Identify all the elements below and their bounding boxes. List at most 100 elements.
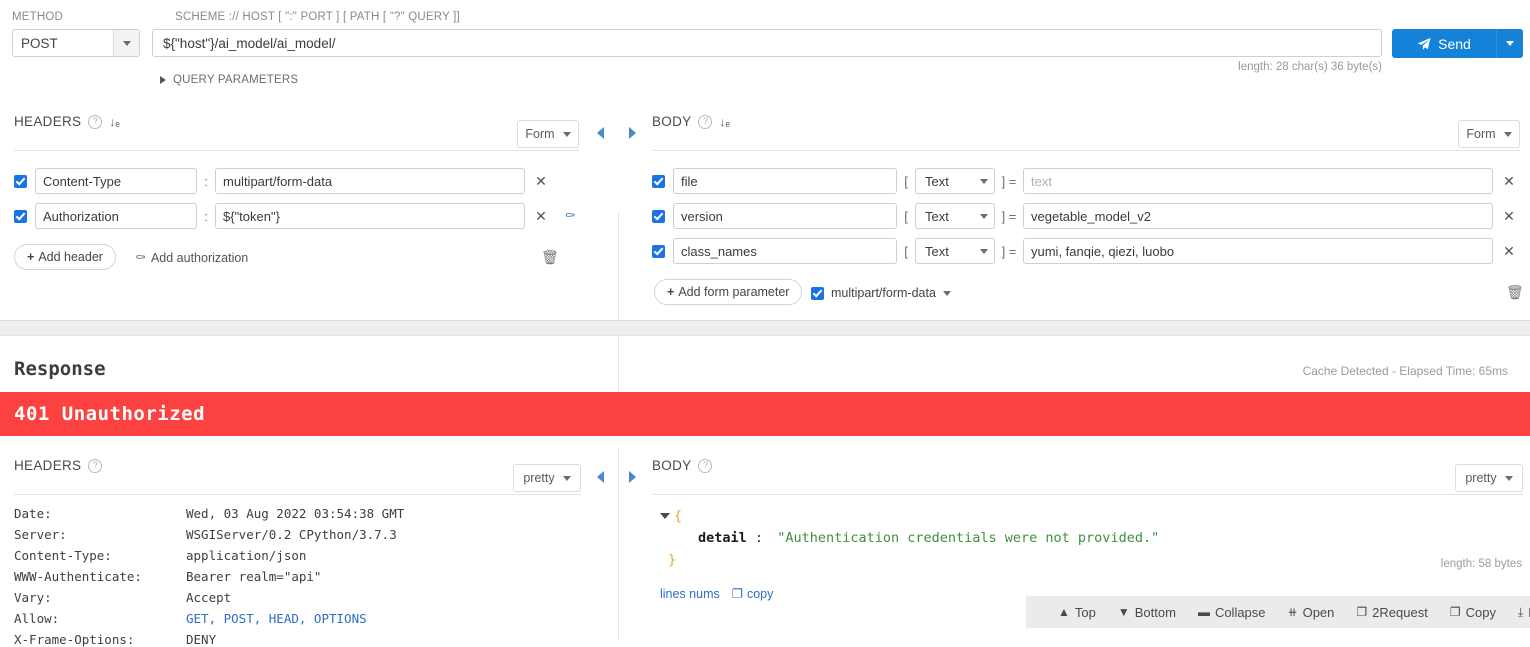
help-icon[interactable]: ? <box>698 114 713 129</box>
add-header-button[interactable]: + Add header <box>14 244 116 270</box>
toolbar-open-label: Open <box>1302 604 1335 620</box>
remove-header-icon[interactable]: ✕ <box>525 208 557 225</box>
collapse-left-icon[interactable] <box>597 127 604 139</box>
param-enabled-checkbox[interactable] <box>652 174 665 188</box>
send-options-button[interactable] <box>1496 29 1523 58</box>
response-header-row: WWW-Authenticate: Bearer realm="api" <box>14 569 321 584</box>
header-value-input[interactable]: multipart/form-data <box>215 168 525 194</box>
sort-alpha-icon[interactable]: ↓ₑ <box>109 116 119 128</box>
add-authorization-button[interactable]: ⚰ Add authorization <box>135 250 248 266</box>
toolbar-download-button[interactable]: ⤓ Download <box>1518 605 1530 620</box>
header-enabled-checkbox[interactable] <box>14 209 27 223</box>
bracket-open: [ <box>904 208 908 224</box>
headers-mode-dropdown[interactable]: Form <box>517 120 579 148</box>
encoding-enabled-checkbox[interactable] <box>811 286 824 300</box>
header-row: Authorization : ${"token"} ✕ ⚰ <box>14 203 583 229</box>
response-body-toolbar: ▲ Top ▼ Bottom ▬ Collapse ⧺ Open ❐ 2Requ… <box>1026 596 1530 628</box>
toolbar-collapse-button[interactable]: ▬ Collapse <box>1198 605 1266 620</box>
chevron-down-icon <box>1503 131 1512 137</box>
collapse-left-icon[interactable] <box>597 471 604 483</box>
method-column-label: METHOD <box>12 11 64 23</box>
remove-param-icon[interactable]: ✕ <box>1493 208 1525 225</box>
param-type-select[interactable]: Text <box>915 238 995 264</box>
bracket-open: [ <box>904 243 908 259</box>
param-name-input[interactable]: class_names <box>673 238 897 264</box>
response-headers-mode-label: pretty <box>523 471 555 485</box>
add-form-parameter-button[interactable]: + Add form parameter <box>654 279 803 305</box>
json-key: detail <box>698 530 747 546</box>
response-headers-title: HEADERS <box>14 458 82 473</box>
toolbar-2request-button[interactable]: ❐ 2Request <box>1356 605 1427 620</box>
remove-header-icon[interactable]: ✕ <box>525 173 557 190</box>
response-body-mode-label: pretty <box>1465 471 1497 485</box>
response-body-length: length: 58 bytes <box>1440 558 1522 570</box>
param-type-select[interactable]: Text <box>915 168 995 194</box>
copy-link[interactable]: ❐ copy <box>732 586 774 602</box>
chevron-down-icon[interactable] <box>113 30 139 56</box>
bracket-close-equals: ] = <box>1001 208 1017 224</box>
delete-body-icon[interactable]: 🗑 <box>1506 284 1524 301</box>
param-value-input[interactable]: yumi, fanqie, qiezi, luobo <box>1023 238 1493 264</box>
body-mode-dropdown[interactable]: Form <box>1458 120 1520 148</box>
request-panes: HEADERS ? ↓ₑ Form Content-Type : multipa… <box>0 100 1530 420</box>
param-value-input[interactable]: text <box>1023 168 1493 194</box>
response-header-value: Accept <box>186 590 232 605</box>
param-type-select[interactable]: Text <box>915 203 995 229</box>
cache-elapsed-info: Cache Detected - Elapsed Time: 65ms <box>1302 364 1508 378</box>
key-icon[interactable]: ⚰ <box>557 208 583 224</box>
chevron-down-icon <box>980 248 988 254</box>
header-separator: : <box>204 173 208 189</box>
response-headers-mode-dropdown[interactable]: pretty <box>513 464 581 492</box>
header-name-input[interactable]: Authorization <box>35 203 197 229</box>
encoding-selector[interactable]: multipart/form-data <box>811 286 951 300</box>
json-line-detail: detail : "Authentication credentials wer… <box>660 527 1159 549</box>
collapse-right-icon[interactable] <box>629 471 636 483</box>
paper-plane-icon <box>1417 37 1431 50</box>
collapse-toggle-icon[interactable] <box>660 513 670 519</box>
url-input[interactable]: ${"host"}/ai_model/ai_model/ <box>152 29 1382 57</box>
minus-square-icon: ▬ <box>1197 605 1210 619</box>
section-resize-divider[interactable] <box>0 320 1530 336</box>
param-value-input[interactable]: vegetable_model_v2 <box>1023 203 1493 229</box>
toolbar-open-button[interactable]: ⧺ Open <box>1288 605 1335 620</box>
toolbar-top-button[interactable]: ▲ Top <box>1058 605 1096 620</box>
response-header-value: Wed, 03 Aug 2022 03:54:38 GMT <box>186 506 405 521</box>
param-name-input[interactable]: version <box>673 203 897 229</box>
method-select[interactable]: POST <box>12 29 140 57</box>
response-header-key: Content-Type: <box>14 548 112 563</box>
toolbar-bottom-button[interactable]: ▼ Bottom <box>1118 605 1176 620</box>
help-icon[interactable]: ? <box>88 458 103 473</box>
collapse-right-icon[interactable] <box>629 127 636 139</box>
json-footer-links: lines nums ❐ copy <box>660 586 774 602</box>
header-value-input[interactable]: ${"token"} <box>215 203 525 229</box>
param-name-input[interactable]: file <box>673 168 897 194</box>
chevron-down-icon <box>980 178 988 184</box>
plus-square-icon: ⧺ <box>1287 605 1298 619</box>
remove-param-icon[interactable]: ✕ <box>1493 243 1525 260</box>
copy-icon: ❐ <box>1449 605 1461 619</box>
param-enabled-checkbox[interactable] <box>652 209 665 223</box>
remove-param-icon[interactable]: ✕ <box>1493 173 1525 190</box>
chevron-down-icon <box>942 290 951 296</box>
response-header-value[interactable]: GET, POST, HEAD, OPTIONS <box>186 611 367 626</box>
file-copy-icon: ❐ <box>1356 605 1368 619</box>
add-authorization-label: Add authorization <box>150 251 249 265</box>
chevron-down-icon <box>562 475 571 481</box>
header-enabled-checkbox[interactable] <box>14 174 27 188</box>
query-parameters-toggle[interactable]: QUERY PARAMETERS <box>160 74 298 86</box>
delete-headers-icon[interactable]: 🗑 <box>541 249 559 266</box>
header-name-input[interactable]: Content-Type <box>35 168 197 194</box>
help-icon[interactable]: ? <box>698 458 713 473</box>
send-button[interactable]: Send <box>1392 29 1496 58</box>
toolbar-copy-label: Copy <box>1465 604 1496 620</box>
response-header-value: Bearer realm="api" <box>186 569 322 584</box>
param-enabled-checkbox[interactable] <box>652 244 665 258</box>
sort-alpha-icon[interactable]: ↓ₑ <box>719 116 729 128</box>
help-icon[interactable]: ? <box>88 114 103 129</box>
body-divider <box>652 150 1520 151</box>
toolbar-copy-button[interactable]: ❐ Copy <box>1450 605 1496 620</box>
headers-divider <box>14 150 579 151</box>
response-body-mode-dropdown[interactable]: pretty <box>1455 464 1523 492</box>
lines-nums-link[interactable]: lines nums <box>660 587 720 601</box>
response-body-title: BODY <box>652 458 692 473</box>
